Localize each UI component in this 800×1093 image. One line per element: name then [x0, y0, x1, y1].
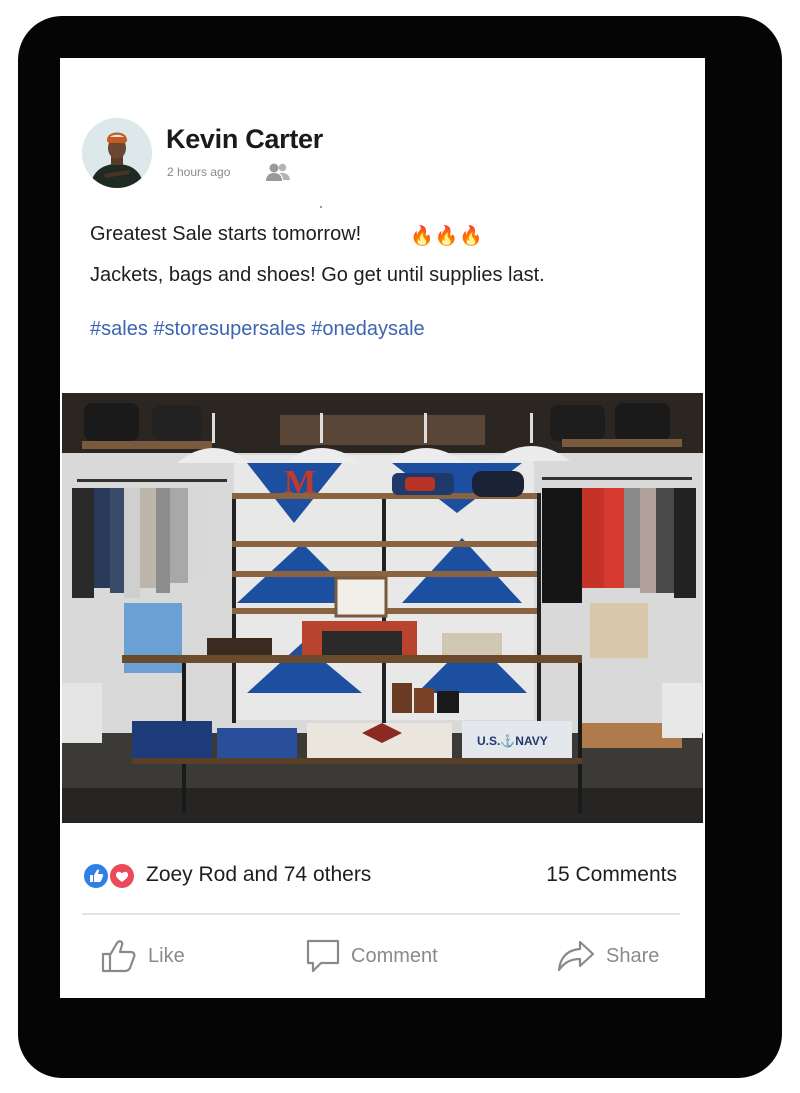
post-text-line-2: Jackets, bags and shoes! Go get until su… [90, 264, 545, 286]
shirt-print: U.S.⚓NAVY [477, 734, 548, 748]
share-arrow-icon [557, 940, 595, 972]
store-letter-sign: M [284, 464, 316, 501]
comments-count[interactable]: 15 Comments [546, 863, 677, 887]
post-photo[interactable]: M U.S.⚓NAVY [62, 393, 703, 823]
post-text-line-1: Greatest Sale starts tomorrow! [90, 223, 362, 245]
reaction-icons[interactable] [82, 861, 138, 891]
divider [82, 913, 680, 915]
hashtags[interactable]: #sales #storesupersales #onedaysale [90, 318, 425, 341]
thumbs-up-icon [101, 940, 136, 973]
post-timestamp[interactable]: 2 hours ago [167, 165, 230, 179]
heart-reaction-icon [108, 862, 136, 890]
comment-bubble-icon [306, 939, 340, 973]
thumbs-up-reaction-icon [82, 862, 110, 890]
avatar[interactable] [82, 118, 152, 188]
friends-icon[interactable] [265, 162, 291, 182]
share-button[interactable]: Share [556, 934, 659, 978]
like-button[interactable]: Like [100, 934, 185, 978]
post-card: Kevin Carter 2 hours ago Greatest Sale s… [60, 58, 705, 998]
fire-emoji: 🔥🔥🔥 [410, 226, 484, 247]
comment-button[interactable]: Comment [305, 934, 438, 978]
author-name[interactable]: Kevin Carter [166, 124, 323, 155]
separator-dot [320, 206, 322, 208]
share-label: Share [606, 944, 660, 967]
comment-label: Comment [351, 944, 438, 967]
reactions-summary[interactable]: Zoey Rod and 74 others [146, 863, 371, 887]
like-label: Like [148, 944, 185, 967]
